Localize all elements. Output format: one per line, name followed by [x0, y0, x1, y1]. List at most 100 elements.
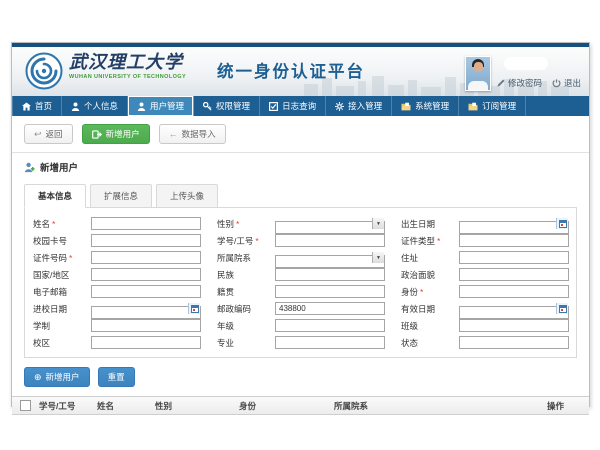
field-label: 政治面貌	[401, 269, 459, 281]
chevron-down-icon[interactable]: ▼	[372, 252, 384, 263]
nav-item-access-management[interactable]: 接入管理	[326, 96, 392, 116]
data-import-button[interactable]: ← 数据导入	[159, 124, 226, 144]
calendar-icon[interactable]	[556, 303, 568, 314]
add-user-toolbar-button[interactable]: 新增用户	[82, 124, 150, 144]
political-status-input[interactable]	[459, 268, 569, 281]
tab-extended-info[interactable]: 扩展信息	[90, 184, 152, 208]
column-header-student-id[interactable]: 学号/工号	[39, 400, 97, 412]
postal-code-input[interactable]	[275, 302, 385, 315]
form-row: 学号/工号*	[217, 232, 385, 249]
form-row: 邮政编码	[217, 300, 385, 317]
nav-item-permission-management[interactable]: 权限管理	[194, 96, 260, 116]
column-header-gender[interactable]: 性别	[155, 400, 239, 412]
nav-item-subscription-management[interactable]: 订阅管理	[459, 96, 526, 116]
nav-item-system-management[interactable]: 系统管理	[392, 96, 459, 116]
campus-card-input[interactable]	[91, 234, 201, 247]
logout-link[interactable]: 退出	[552, 77, 581, 89]
identity-input[interactable]	[459, 285, 569, 298]
nav-item-personal-info[interactable]: 个人信息	[62, 96, 128, 116]
field-label: 年级	[217, 320, 275, 332]
required-asterisk: *	[420, 287, 423, 297]
country-region-input[interactable]	[91, 268, 201, 281]
change-password-link[interactable]: 修改密码	[497, 77, 542, 89]
id-number-input[interactable]	[91, 251, 201, 264]
form-row: 证件类型*	[401, 232, 569, 249]
form-row: 政治面貌	[401, 266, 569, 283]
form-row: 状态	[401, 334, 569, 351]
student-id-input[interactable]	[275, 234, 385, 247]
field-label: 国家/地区	[33, 269, 91, 281]
university-name-block: 武汉理工大学 WUHAN UNIVERSITY OF TECHNOLOGY	[69, 54, 186, 81]
nav-item-home[interactable]: 首页	[12, 96, 62, 116]
form-row: 年级	[217, 317, 385, 334]
gender-select[interactable]	[275, 221, 385, 234]
column-header-name[interactable]: 姓名	[97, 400, 155, 412]
field-label: 进校日期	[33, 303, 91, 315]
nav-item-user-management[interactable]: 用户管理	[128, 96, 194, 116]
reset-button[interactable]: 重置	[98, 367, 135, 387]
chevron-down-icon[interactable]: ▼	[372, 218, 384, 229]
field-label: 班级	[401, 320, 459, 332]
id-type-input[interactable]	[459, 234, 569, 247]
form-row: 有效日期	[401, 300, 569, 317]
pencil-icon	[497, 79, 505, 87]
schooling-length-input[interactable]	[91, 319, 201, 332]
field-label: 住址	[401, 252, 459, 264]
field-label: 性别	[217, 219, 234, 229]
field-label: 校区	[33, 337, 91, 349]
form-row: 性别* ▼	[217, 215, 385, 232]
status-input[interactable]	[459, 336, 569, 349]
form-row: 专业	[217, 334, 385, 351]
field-label: 姓名	[33, 219, 50, 229]
header-links: 修改密码 退出	[497, 77, 581, 89]
main-nav: 首页 个人信息 用户管理 权限管理 日志查询 接入管理 系统管理 订阅管理	[12, 96, 589, 116]
select-all-checkbox[interactable]	[20, 400, 31, 411]
address-input[interactable]	[459, 251, 569, 264]
required-asterisk: *	[236, 219, 239, 229]
user-icon	[137, 102, 146, 111]
form-row: 民族	[217, 266, 385, 283]
app-window: 武汉理工大学 WUHAN UNIVERSITY OF TECHNOLOGY 统一…	[11, 42, 590, 407]
form-row: 进校日期	[33, 300, 201, 317]
calendar-icon[interactable]	[188, 303, 200, 314]
email-input[interactable]	[91, 285, 201, 298]
calendar-icon[interactable]	[556, 218, 568, 229]
form-row: 籍贯	[217, 283, 385, 300]
class-input[interactable]	[459, 319, 569, 332]
add-user-submit-button[interactable]: ⊕ 新增用户	[24, 367, 90, 387]
form-row: 住址	[401, 249, 569, 266]
import-arrow-icon: ←	[169, 130, 178, 139]
column-header-actions: 操作	[547, 400, 589, 412]
major-input[interactable]	[275, 336, 385, 349]
column-header-identity[interactable]: 身份	[239, 400, 334, 412]
form-row: 班级	[401, 317, 569, 334]
form-row: 国家/地区	[33, 266, 201, 283]
field-label: 出生日期	[401, 218, 459, 230]
campus-input[interactable]	[91, 336, 201, 349]
screenshot-stage: 武汉理工大学 WUHAN UNIVERSITY OF TECHNOLOGY 统一…	[0, 0, 600, 450]
form-actions: ⊕ 新增用户 重置	[24, 367, 577, 387]
plus-circle-icon: ⊕	[34, 373, 42, 382]
name-input[interactable]	[91, 217, 201, 230]
native-place-input[interactable]	[275, 285, 385, 298]
valid-date-input[interactable]	[459, 306, 569, 319]
field-label: 学号/工号	[217, 236, 253, 246]
home-icon	[22, 102, 31, 111]
back-arrow-icon: ↩	[34, 130, 42, 139]
department-select[interactable]	[275, 255, 385, 268]
decorative-cloud	[504, 57, 548, 70]
birth-date-input[interactable]	[459, 221, 569, 234]
tab-upload-avatar[interactable]: 上传头像	[156, 184, 218, 208]
ethnicity-input[interactable]	[275, 268, 385, 281]
grade-input[interactable]	[275, 319, 385, 332]
app-header: 武汉理工大学 WUHAN UNIVERSITY OF TECHNOLOGY 统一…	[12, 47, 589, 96]
tab-basic-info[interactable]: 基本信息	[24, 184, 86, 208]
back-button[interactable]: ↩ 返回	[24, 124, 73, 144]
column-header-department[interactable]: 所属院系	[334, 400, 547, 412]
field-label: 有效日期	[401, 303, 459, 315]
nav-item-log-query[interactable]: 日志查询	[260, 96, 326, 116]
section-title: 新增用户	[40, 160, 78, 174]
user-avatar[interactable]	[465, 56, 491, 91]
form-row: 学制	[33, 317, 201, 334]
enrollment-date-input[interactable]	[91, 306, 201, 319]
